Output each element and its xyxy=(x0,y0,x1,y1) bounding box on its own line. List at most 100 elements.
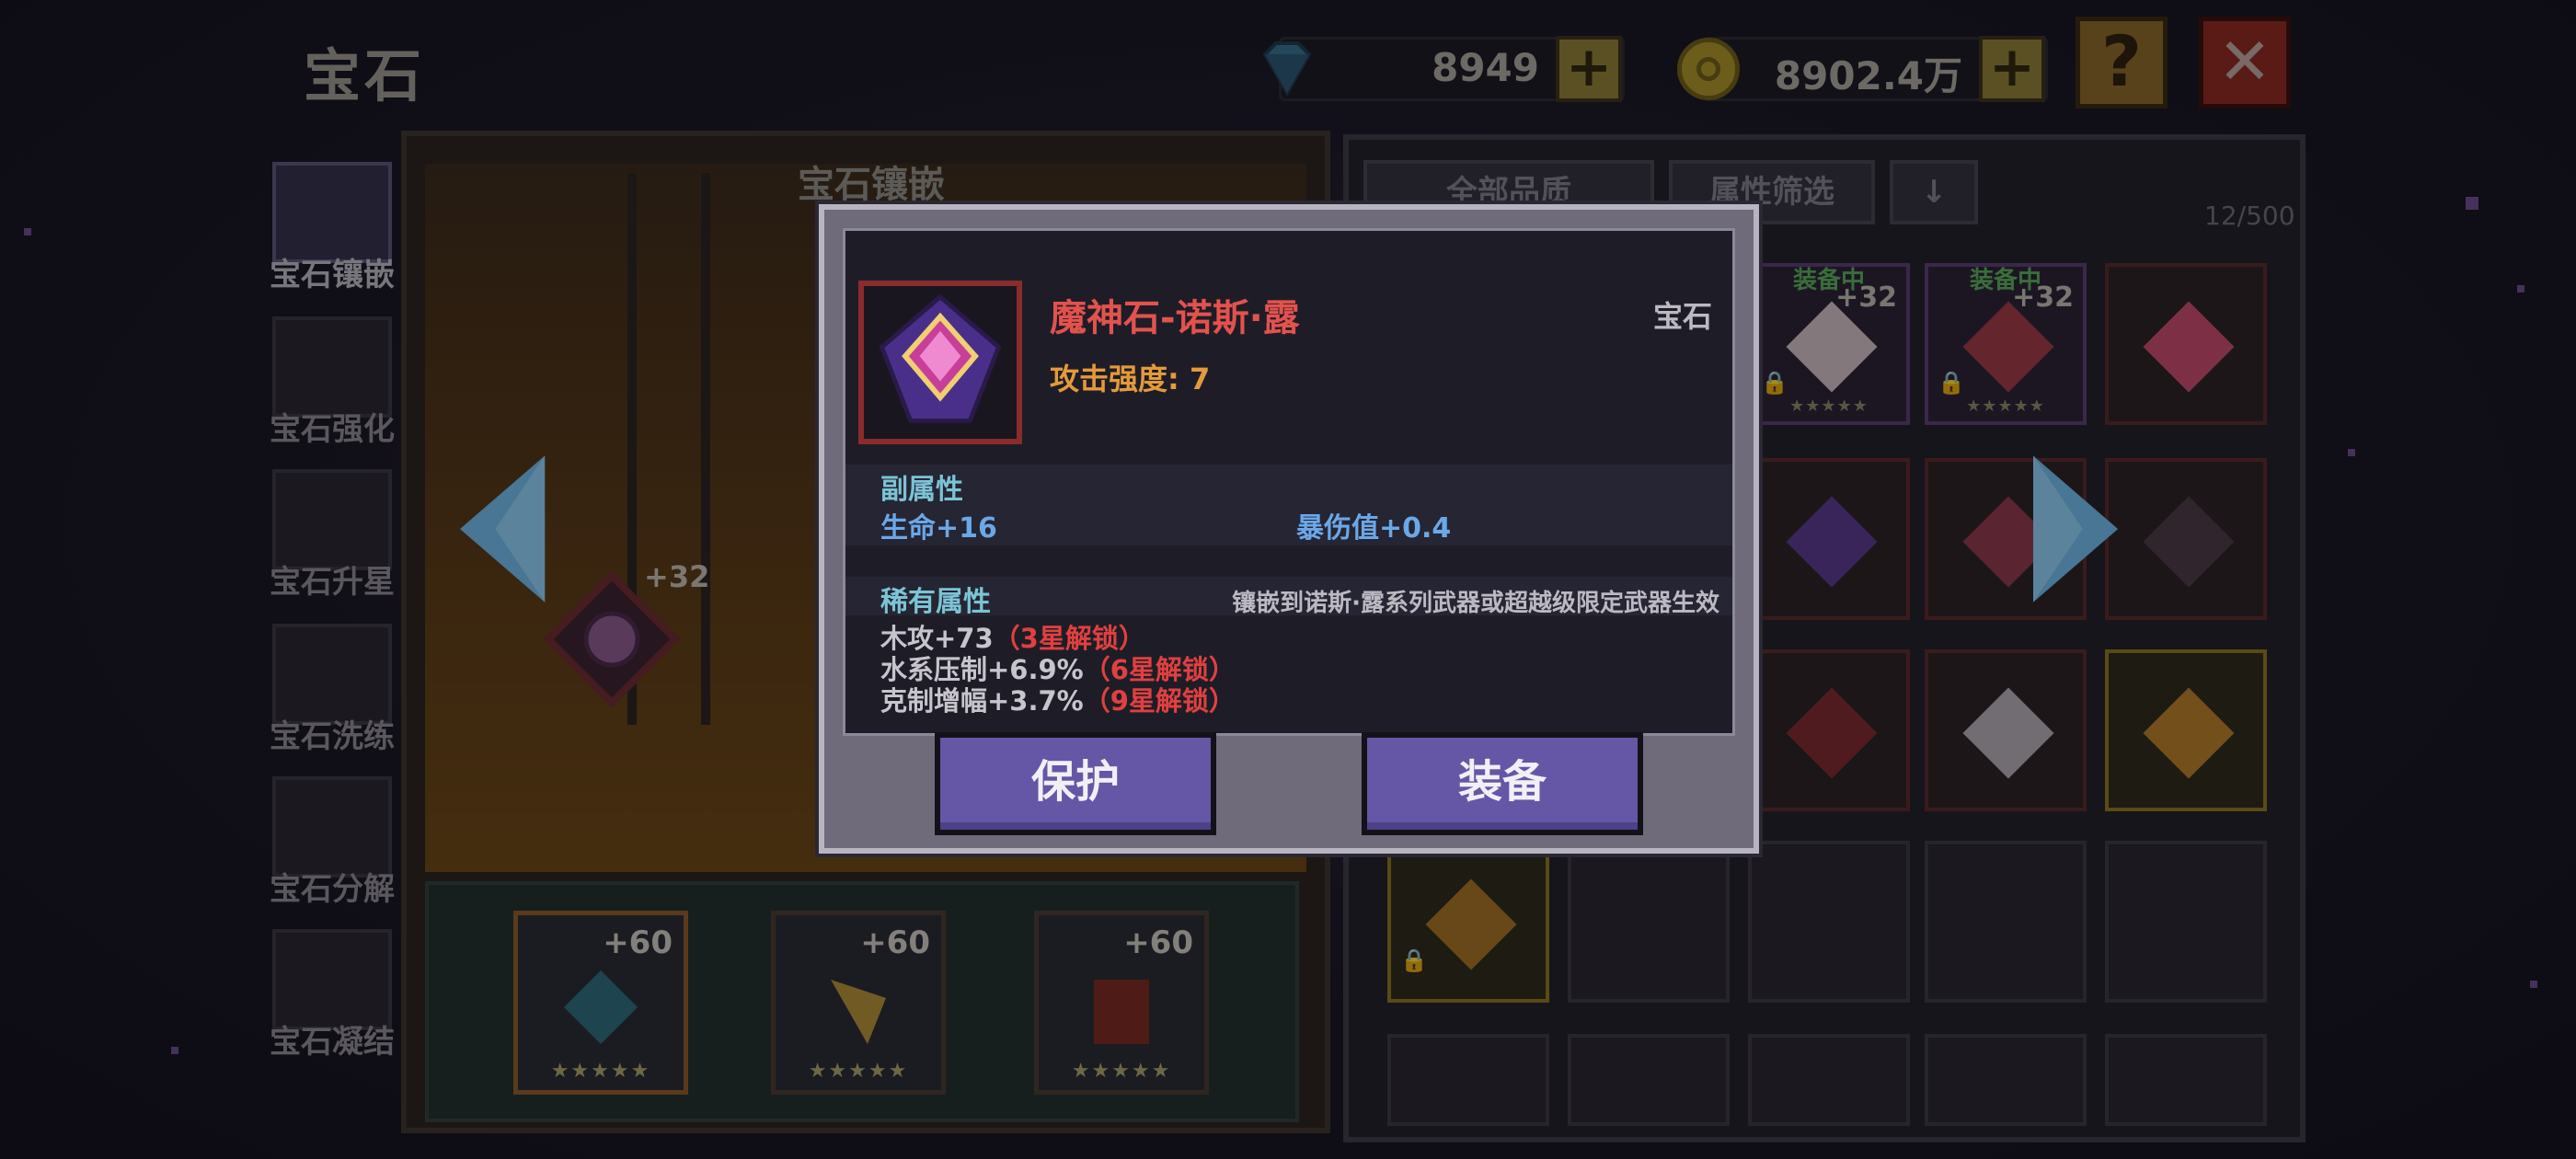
gold-amount: 8902.4万 xyxy=(1774,53,1962,98)
gold-coin-icon xyxy=(1677,38,1740,100)
rare-attr-condition: 镶嵌到诺斯·露系列武器或超越级限定武器生效 xyxy=(1232,590,1719,617)
gem-condense-icon xyxy=(272,929,392,1030)
nav-label: 宝石镶嵌 xyxy=(270,257,395,293)
gem-level: +32 xyxy=(1835,281,1897,314)
nav-label: 宝石分解 xyxy=(270,871,395,908)
diamond-counter: 8949 + xyxy=(1262,36,1625,102)
socket-slot[interactable]: +60 ★★★★★ xyxy=(771,911,946,1095)
inventory-cell-empty[interactable] xyxy=(1748,841,1910,1003)
inventory-cell-empty[interactable] xyxy=(1925,841,2087,1003)
sub-attr-header: 副属性 xyxy=(880,474,963,506)
background-star xyxy=(24,228,31,235)
protect-button[interactable]: 保护 xyxy=(935,732,1216,835)
inventory-cell[interactable] xyxy=(1925,649,2087,811)
slot-stars: ★★★★★ xyxy=(550,1060,651,1083)
red-gem-icon xyxy=(1094,980,1149,1044)
sub-attr-hp: 生命+16 xyxy=(880,512,997,545)
lock-icon: 🔒 xyxy=(1938,370,1965,396)
nav-gem-condense[interactable]: 宝石凝结 xyxy=(265,924,399,1061)
white-red-gem-icon xyxy=(1786,301,1878,393)
nav-star-up[interactable]: 宝石升星 xyxy=(265,464,399,602)
gem-detail-body: 魔神石-诺斯·露 宝石 攻击强度: 7 副属性 生命+16 暴伤值+0.4 稀有… xyxy=(843,228,1735,736)
sub-attr-crit-damage: 暴伤值+0.4 xyxy=(1296,512,1452,545)
heart-gem-icon xyxy=(2143,301,2235,393)
nav-gem-socket[interactable]: 宝石镶嵌 xyxy=(265,156,399,294)
water-gem-icon xyxy=(564,970,638,1044)
gem-decompose-icon xyxy=(272,776,392,878)
gem-stars: ★★★★★ xyxy=(1789,396,1869,416)
rare-attr-line: 克制增幅+3.7%（9星解锁） xyxy=(880,680,1236,718)
diamond-amount: 8949 xyxy=(1432,45,1539,90)
inventory-count: 12/500 xyxy=(2204,201,2295,231)
purple-gem-icon xyxy=(1786,496,1878,588)
inventory-cell-empty[interactable] xyxy=(1568,1034,1730,1126)
inventory-cell[interactable] xyxy=(2105,458,2267,620)
inventory-cell-empty[interactable] xyxy=(1387,1034,1549,1126)
nav-gem-decompose[interactable]: 宝石分解 xyxy=(265,771,399,909)
previous-arrow-icon[interactable] xyxy=(460,454,548,607)
nav-label: 宝石凝结 xyxy=(270,1024,395,1061)
sub-attr-band xyxy=(845,465,1732,503)
amber-gem-icon xyxy=(1425,878,1517,970)
inventory-cell[interactable] xyxy=(1748,649,1910,811)
nav-label: 宝石洗练 xyxy=(270,718,395,755)
background-star xyxy=(2530,981,2537,988)
rare-attr-value: 克制增幅+3.7% xyxy=(880,685,1084,717)
gem-refine-icon xyxy=(272,624,392,725)
nav-label: 宝石升星 xyxy=(270,564,395,601)
slot-level: +60 xyxy=(860,924,930,961)
socket-panel-title: 宝石镶嵌 xyxy=(798,164,945,206)
silver-ruby-icon xyxy=(1962,687,2054,779)
page-title: 宝石 xyxy=(304,42,426,109)
background-star xyxy=(2466,197,2478,210)
inventory-cell-empty[interactable] xyxy=(2105,841,2267,1003)
inventory-cell[interactable]: 装备中 +32 🔒 ★★★★★ xyxy=(1748,263,1910,425)
inventory-cell[interactable] xyxy=(2105,263,2267,425)
gem-socket-icon xyxy=(272,162,392,263)
gem-stars: ★★★★★ xyxy=(1966,396,2045,416)
slot-stars: ★★★★★ xyxy=(1071,1060,1172,1083)
slot-level: +60 xyxy=(1123,924,1193,961)
unlock-requirement: （9星解锁） xyxy=(1083,685,1236,717)
inventory-cell[interactable] xyxy=(1748,458,1910,620)
inventory-cell-empty[interactable] xyxy=(1925,1034,2087,1126)
close-button[interactable]: ✕ xyxy=(2199,17,2291,109)
slot-level: +60 xyxy=(603,924,673,961)
red-orb-gem-icon xyxy=(1786,687,1878,779)
add-gold-button[interactable]: + xyxy=(1979,36,2045,102)
inventory-cell[interactable]: 装备中 +32 🔒 ★★★★★ xyxy=(1925,263,2087,425)
lock-icon: 🔒 xyxy=(1761,370,1788,396)
gold-counter: 8902.4万 + xyxy=(1677,36,2048,102)
inventory-cell[interactable]: 🔒 xyxy=(1387,841,1549,1003)
nav-gem-enhance[interactable]: 宝石强化 xyxy=(265,311,399,449)
inventory-cell-empty[interactable] xyxy=(2105,1034,2267,1126)
slot-stars: ★★★★★ xyxy=(808,1060,909,1083)
inventory-cell-empty[interactable] xyxy=(1748,1034,1910,1126)
diamond-icon xyxy=(1262,41,1312,98)
gem-level: +32 xyxy=(2012,281,2074,314)
gem-name: 魔神石-诺斯·露 xyxy=(1050,297,1300,339)
background-star xyxy=(2348,449,2355,456)
attack-stat: 攻击强度: 7 xyxy=(1050,361,1211,396)
gem-detail-dialog: 魔神石-诺斯·露 宝石 攻击强度: 7 副属性 生命+16 暴伤值+0.4 稀有… xyxy=(819,204,1759,854)
crown-gem-icon xyxy=(1962,301,2054,393)
nav-label: 宝石强化 xyxy=(270,411,395,448)
next-arrow-icon[interactable] xyxy=(2033,454,2122,607)
socket-slot[interactable]: +60 ★★★★★ xyxy=(513,911,688,1095)
lock-icon: 🔒 xyxy=(1400,947,1428,973)
background-star xyxy=(171,1047,178,1054)
sort-button[interactable]: ↓ xyxy=(1890,160,1978,224)
background-star xyxy=(2517,285,2524,293)
equip-button[interactable]: 装备 xyxy=(1362,732,1643,835)
dark-gem-icon xyxy=(2143,496,2235,588)
nav-gem-refine[interactable]: 宝石洗练 xyxy=(265,618,399,756)
inventory-cell[interactable] xyxy=(2105,649,2267,811)
help-button[interactable]: ? xyxy=(2076,17,2168,109)
amber-gem-icon xyxy=(2143,687,2235,779)
socket-slot[interactable]: +60 ★★★★★ xyxy=(1034,911,1209,1095)
inventory-cell-empty[interactable] xyxy=(1568,841,1730,1003)
socketed-gem-level: +32 xyxy=(644,559,710,594)
add-diamonds-button[interactable]: + xyxy=(1556,36,1622,102)
gem-item-frame xyxy=(858,281,1022,444)
gold-gem-icon xyxy=(831,980,886,1044)
